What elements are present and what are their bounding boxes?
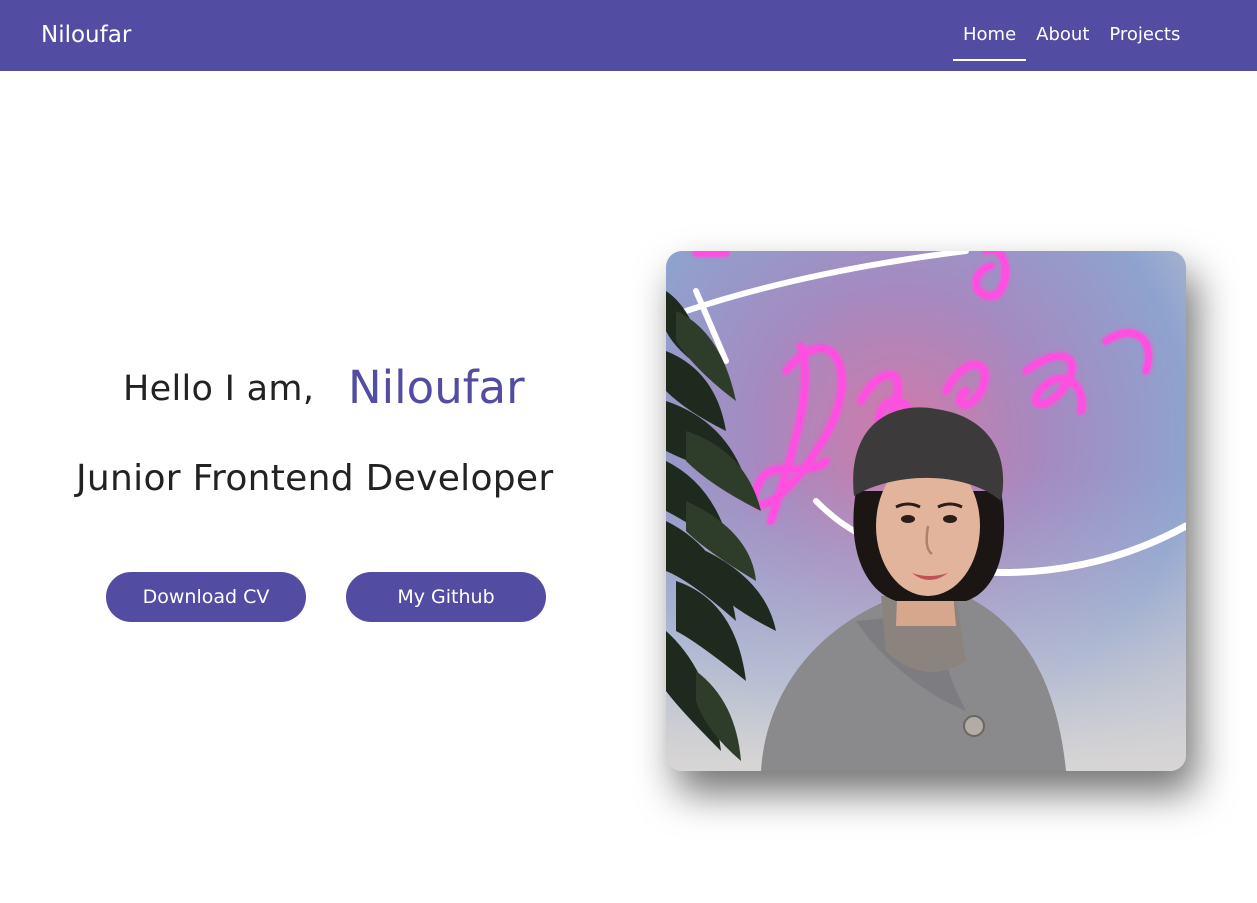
greeting-text: Hello I am, bbox=[123, 369, 315, 409]
nav-link-projects[interactable]: Projects bbox=[1099, 0, 1190, 45]
brand-logo-link[interactable]: Niloufar bbox=[41, 20, 131, 50]
hero-name: Niloufar bbox=[348, 361, 525, 414]
nav-link-home[interactable]: Home bbox=[953, 0, 1027, 61]
profile-photo bbox=[666, 251, 1186, 771]
role-title: Junior Frontend Developer bbox=[76, 458, 554, 499]
greeting-row: Hello I am, bbox=[123, 364, 314, 414]
nav-links: Home About Projects bbox=[953, 0, 1190, 71]
nav-link-about[interactable]: About bbox=[1026, 0, 1099, 45]
navbar: Niloufar Home About Projects bbox=[0, 0, 1257, 71]
github-button[interactable]: My Github bbox=[346, 572, 546, 622]
download-cv-button[interactable]: Download CV bbox=[106, 572, 306, 622]
